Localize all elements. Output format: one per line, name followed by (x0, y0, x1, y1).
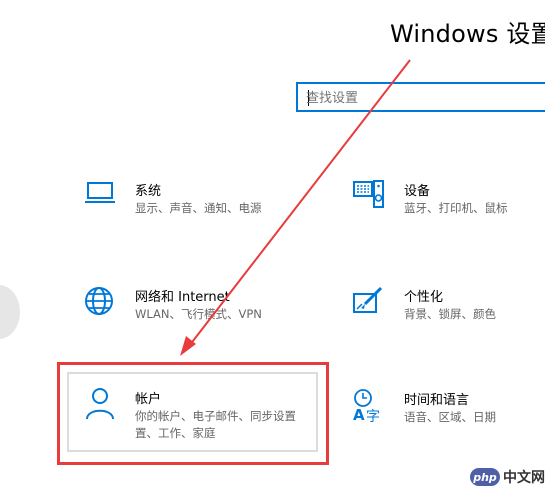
tile-accounts-name: 帐户 (135, 392, 162, 407)
page-title: Windows 设置 (390, 20, 545, 48)
tile-system-name: 系统 (135, 184, 162, 199)
tile-time-language-name: 时间和语言 (404, 393, 470, 408)
tile-accounts-desc: 你的帐户、电子邮件、同步设置 置、工作、家庭 (135, 408, 296, 442)
person-icon (86, 388, 114, 420)
tile-personalization-desc: 背景、锁屏、颜色 (404, 307, 496, 321)
tile-system-desc: 显示、声音、通知、电源 (135, 201, 262, 215)
search-input[interactable] (306, 89, 536, 107)
search-box[interactable] (296, 82, 545, 112)
side-scroll-circle (0, 285, 20, 339)
tile-devices-name: 设备 (404, 184, 431, 199)
paint-brush-icon (353, 286, 383, 313)
tile-time-language[interactable]: A 字 时间和语言 语音、区域、日期 (353, 389, 543, 429)
tile-accounts-desc-line1: 你的帐户、电子邮件、同步设置 (135, 409, 296, 423)
keyboard-speaker-icon (353, 180, 384, 208)
tile-network-desc: WLAN、飞行模式、VPN (135, 307, 262, 321)
tile-devices-desc: 蓝牙、打印机、鼠标 (404, 201, 508, 215)
watermark-text: 中文网 (503, 470, 545, 486)
tile-accounts-desc-line2: 置、工作、家庭 (135, 426, 216, 440)
watermark-badge: php (470, 468, 500, 486)
laptop-icon (85, 182, 115, 203)
tile-accounts[interactable]: 帐户 你的帐户、电子邮件、同步设置 置、工作、家庭 (84, 388, 314, 444)
tile-time-language-desc: 语音、区域、日期 (404, 410, 496, 424)
tile-personalization-name: 个性化 (404, 290, 444, 305)
svg-text:A: A (353, 406, 365, 423)
time-language-icon: A 字 (353, 389, 380, 423)
globe-icon (85, 287, 113, 315)
tile-system[interactable]: 系统 显示、声音、通知、电源 (84, 180, 284, 220)
tile-personalization[interactable]: 个性化 背景、锁屏、颜色 (353, 286, 543, 326)
tile-network-name: 网络和 Internet (135, 290, 230, 305)
site-watermark: php 中文网 (470, 465, 545, 489)
svg-text:字: 字 (366, 409, 380, 423)
tile-devices[interactable]: 设备 蓝牙、打印机、鼠标 (353, 180, 543, 220)
tile-network[interactable]: 网络和 Internet WLAN、飞行模式、VPN (84, 286, 304, 326)
